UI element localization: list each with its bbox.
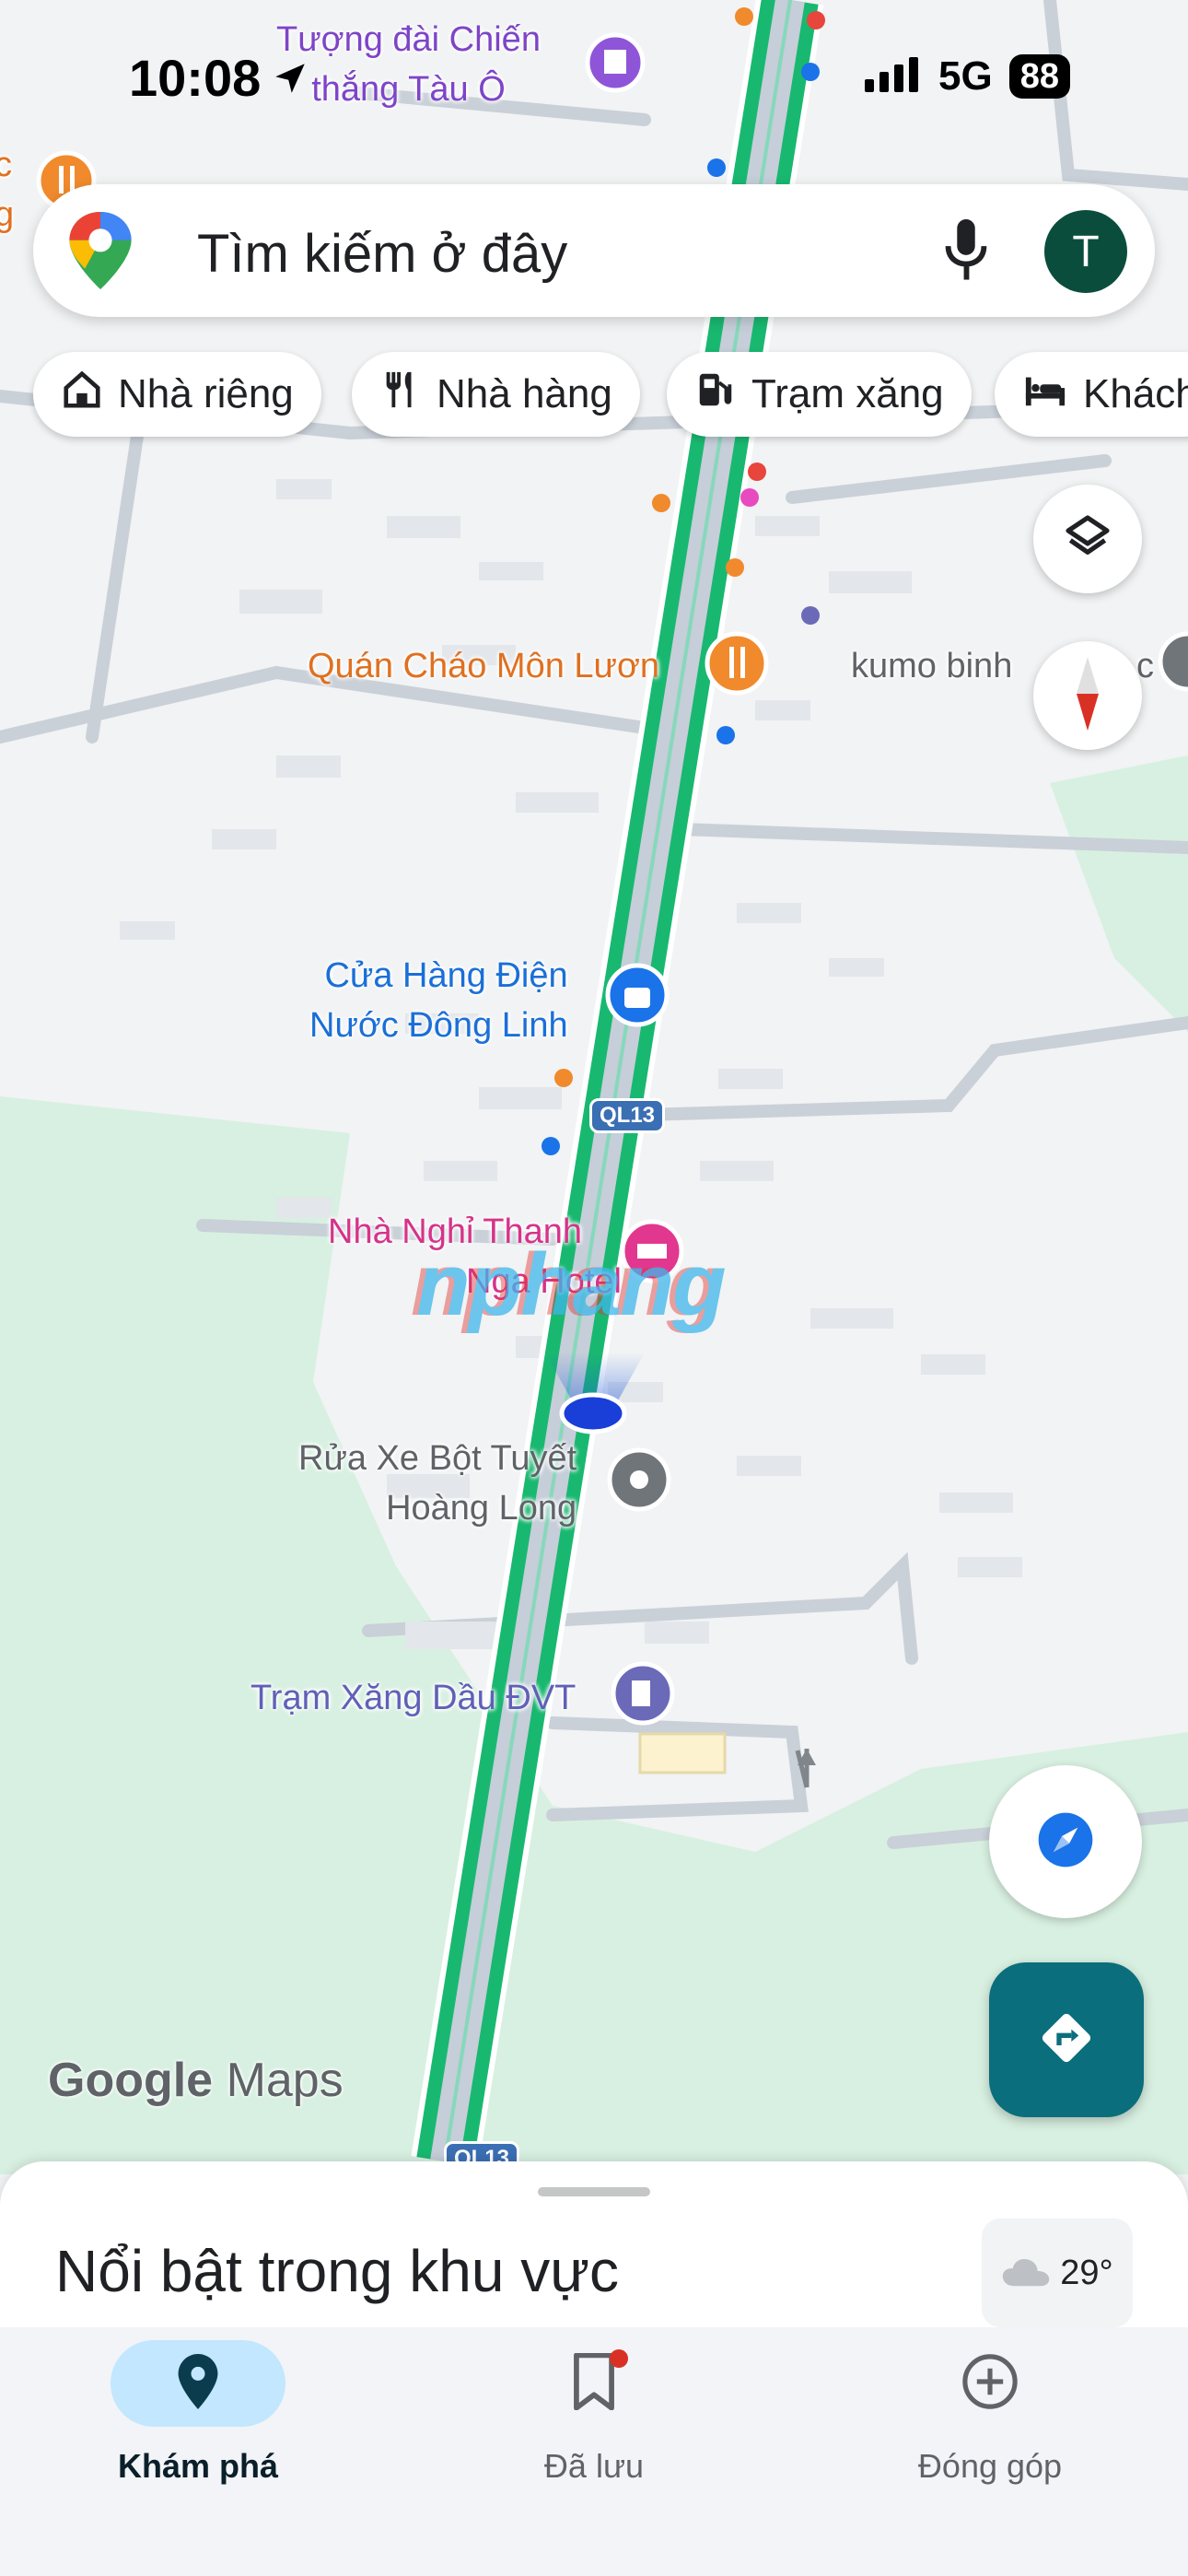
explore-pin-icon <box>178 2353 218 2414</box>
google-maps-logo: Google Maps <box>48 2054 344 2107</box>
battery-indicator: 88 <box>1008 54 1070 99</box>
chip-gas-stations[interactable]: Trạm xăng <box>667 352 972 437</box>
gas-station-icon <box>694 369 737 421</box>
bottom-nav: Khám phá Đã lưu Đóng góp <box>0 2327 1188 2576</box>
layers-button[interactable] <box>1033 485 1142 593</box>
chip-hotels[interactable]: Khách <box>995 352 1188 437</box>
add-circle-icon <box>961 2353 1019 2415</box>
sheet-drag-handle[interactable] <box>538 2187 650 2196</box>
directions-icon <box>1037 2008 1096 2072</box>
my-location-button[interactable] <box>989 1765 1142 1918</box>
restaurant-icon <box>379 369 422 421</box>
place-label-carwash[interactable]: Rửa Xe Bột Tuyết Hoàng Long <box>298 1434 577 1533</box>
signal-icon <box>865 56 922 97</box>
compass-button[interactable] <box>1033 641 1142 750</box>
weather-chip[interactable]: 29° <box>982 2219 1133 2327</box>
search-input[interactable]: Tìm kiếm ở đây <box>197 223 567 285</box>
chip-restaurants[interactable]: Nhà hàng <box>352 352 640 437</box>
place-label-edge: c g <box>0 146 15 234</box>
nav-contribute-label: Đóng góp <box>917 2447 1063 2485</box>
status-indicators: 5G 88 <box>865 53 1070 100</box>
nav-explore[interactable]: Khám phá <box>0 2340 396 2486</box>
hotel-icon <box>1022 369 1068 421</box>
notification-dot <box>610 2349 628 2368</box>
place-label-restaurant[interactable]: Quán Cháo Môn Lươn <box>308 641 659 691</box>
avatar[interactable]: T <box>1044 210 1127 293</box>
search-bar[interactable]: Tìm kiếm ở đây T <box>33 184 1155 317</box>
nav-saved-label: Đã lưu <box>543 2447 645 2485</box>
nav-explore-pill <box>111 2340 285 2427</box>
layers-icon <box>1062 511 1113 568</box>
nav-saved[interactable]: Đã lưu <box>396 2340 792 2486</box>
compass-needle-icon <box>1069 656 1106 735</box>
place-label-kumo[interactable]: kumo binh <box>851 641 1012 691</box>
chip-home[interactable]: Nhà riêng <box>33 352 321 437</box>
sheet-title: Nổi bật trong khu vực <box>55 2238 620 2304</box>
nav-contribute-icon-wrap <box>903 2340 1077 2427</box>
place-label-gas[interactable]: Trạm Xăng Dầu ĐVT <box>250 1673 576 1723</box>
nav-contribute[interactable]: Đóng góp <box>792 2340 1188 2486</box>
network-type: 5G <box>938 53 993 99</box>
cloud-icon <box>1001 2254 1051 2292</box>
directions-button[interactable] <box>989 1962 1144 2117</box>
microphone-icon[interactable] <box>943 219 989 287</box>
nav-saved-icon-wrap <box>507 2340 681 2427</box>
watermark: nphang <box>416 1235 727 1334</box>
status-time: 10:08 <box>129 49 262 107</box>
nav-explore-label: Khám phá <box>117 2447 279 2485</box>
maps-pin-logo-icon <box>68 212 133 294</box>
place-label-monument[interactable]: Tượng đài Chiến thắng Tàu Ô <box>276 15 541 114</box>
navigation-compass-icon <box>1036 1810 1095 1874</box>
place-label-store[interactable]: Cửa Hàng Điện Nước Đông Linh <box>309 951 568 1050</box>
road-badge-ql13: QL13 <box>589 1098 666 1133</box>
home-icon <box>61 369 103 421</box>
